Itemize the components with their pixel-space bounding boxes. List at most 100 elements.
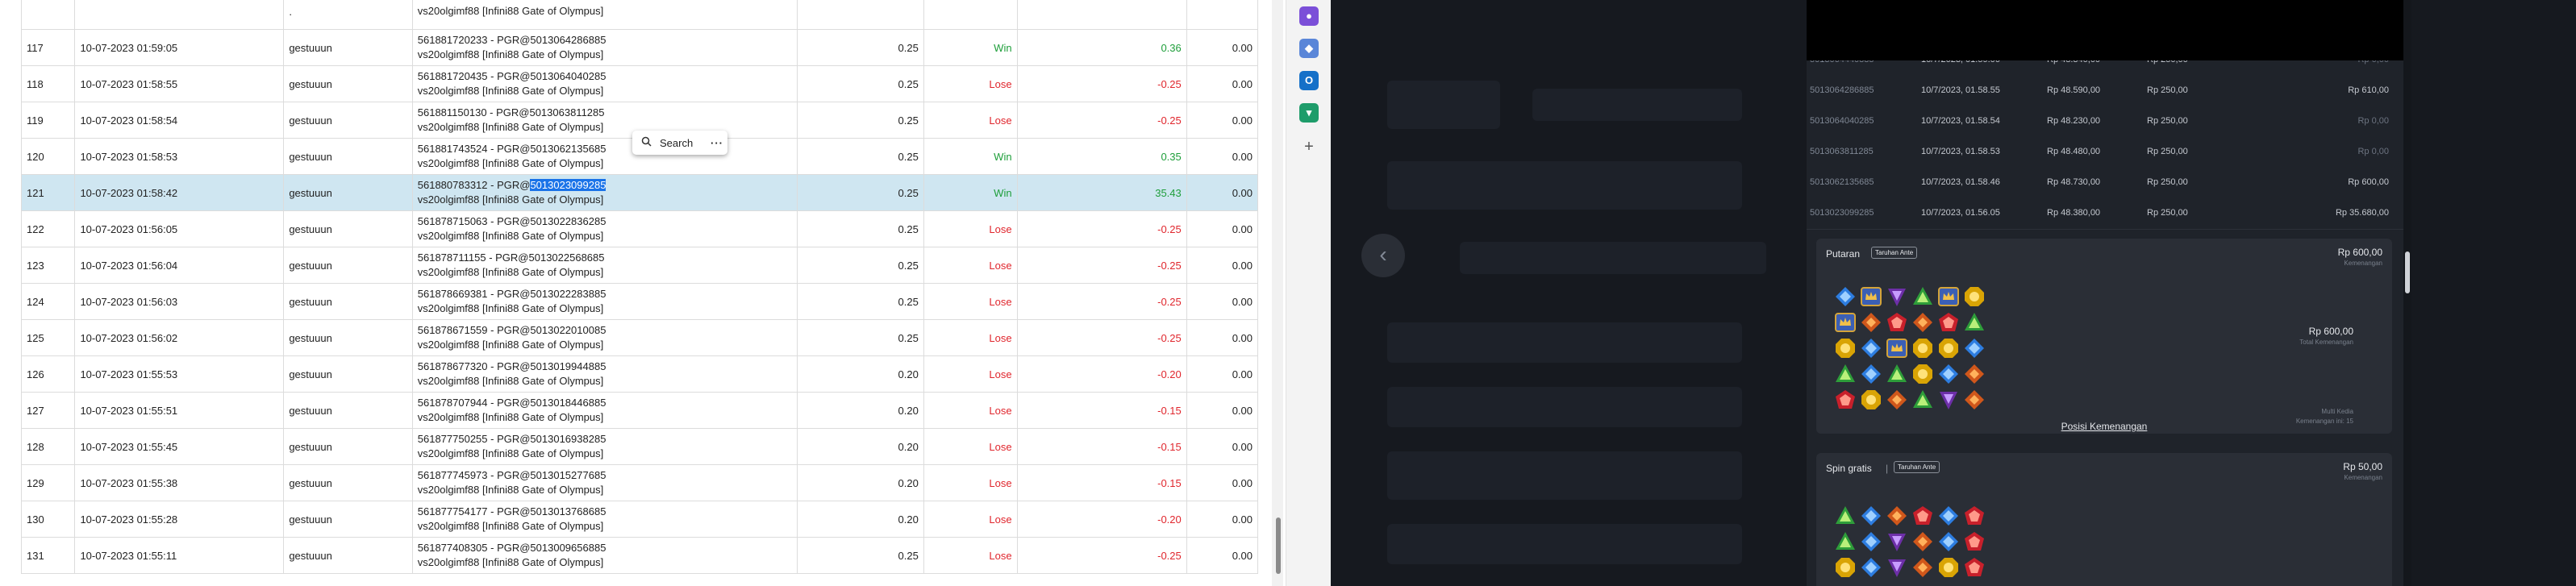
row-username: gestuuun (283, 501, 413, 538)
chevron-left-icon: ‹ (1379, 242, 1387, 267)
row-result: Win (923, 174, 1018, 211)
row-bet: 0.25 (796, 102, 924, 139)
history-id: 5013062135685 (1810, 177, 1874, 187)
row-result: Lose (923, 283, 1018, 320)
history-row[interactable]: 5013062135685 10/7/2023, 01.58.46 Rp 48.73… (1807, 168, 2403, 199)
row-number: 122 (20, 210, 76, 247)
row-winloss: -0.25 (1016, 65, 1187, 102)
table-row: 123 10-07-2023 01:56:04 gestuuun 5618787111… (20, 247, 1258, 284)
row-result: Lose (923, 355, 1018, 393)
history-win: Rp 610,00 (2348, 85, 2389, 95)
red-gem-icon (1937, 311, 1960, 334)
history-row[interactable]: 5013063811285 10/7/2023, 01.58.53 Rp 48.48… (1807, 137, 2403, 168)
history-id: 5013064040285 (1810, 116, 1874, 126)
table-row: 131 10-07-2023 01:55:11 gestuuun 5618774083… (20, 537, 1258, 574)
row-username: gestuuun (283, 464, 413, 501)
table-row: 127 10-07-2023 01:55:51 gestuuun 5618787079… (20, 392, 1258, 429)
row-bet: 0.25 (796, 138, 924, 175)
back-button[interactable]: ‹ (1361, 234, 1405, 277)
row-description: 561878671559 - PGR@5013022010085 vs20olgi… (411, 319, 798, 356)
description-line-2: vs20olgimf88 [Infini88 Gate of Olympus] (417, 447, 604, 459)
history-row[interactable]: 5013023099285 10/7/2023, 01.56.05 Rp 48.38… (1807, 198, 2403, 230)
history-panel: 501306444088510/7/2023, 01.59.06Rp 48.34… (1807, 0, 2403, 586)
orange-gem-icon (1860, 311, 1882, 334)
extension-icon[interactable]: ◆ (1299, 39, 1319, 58)
copilot-icon[interactable]: ● (1299, 6, 1319, 26)
panel-scrollbar-thumb[interactable] (2405, 251, 2410, 293)
green-gem-icon (1963, 311, 1986, 334)
row-number: 119 (20, 102, 76, 139)
putaran-total: Rp 600,00 (2308, 326, 2353, 337)
orange-gem-icon (1886, 389, 1908, 411)
description-prefix: 561880783312 - PGR@ (417, 179, 531, 191)
row-datetime: 10-07-2023 01:58:42 (74, 174, 285, 211)
red-gem-icon (1911, 505, 1934, 527)
row-datetime: 10-07-2023 01:58:55 (74, 65, 285, 102)
search-button[interactable]: Search (655, 137, 707, 149)
history-row[interactable]: 5013064286885 10/7/2023, 01.58.55 Rp 48.59… (1807, 76, 2403, 107)
row-bet: 0.25 (796, 537, 924, 574)
row-datetime: 10-07-2023 01:59:05 (74, 29, 285, 66)
history-row[interactable]: 5013064040285 10/7/2023, 01.58.54 Rp 48.23… (1807, 106, 2403, 138)
description-line-2: vs20olgimf88 [Infini88 Gate of Olympus] (417, 339, 604, 351)
selected-text[interactable]: 5013023099285 (530, 179, 606, 191)
row-description: 561877750255 - PGR@5013016938285 vs20olgi… (411, 428, 798, 465)
red-gem-icon (1963, 505, 1986, 527)
row-datetime: 10-07-2023 01:58:54 (74, 102, 285, 139)
yellow-gem-icon (1911, 363, 1934, 385)
more-options-button[interactable]: ··· (707, 137, 727, 149)
page-scrollbar[interactable] (1272, 0, 1283, 586)
row-balance: 0.00 (1186, 428, 1258, 465)
putaran-title: Putaran (1826, 248, 1861, 260)
row-winloss: -0.25 (1016, 283, 1187, 320)
history-balance: Rp 48.590,00 (2047, 85, 2101, 95)
row-number: 121 (20, 174, 76, 211)
search-icon[interactable] (637, 136, 655, 149)
page-scrollbar-thumb[interactable] (1276, 517, 1281, 574)
row-description: 561878669381 - PGR@5013022283885 vs20olgi… (411, 283, 798, 320)
description-line-2: vs20olgimf88 [Infini88 Gate of Olympus] (417, 193, 604, 206)
history-balance: Rp 48.230,00 (2047, 116, 2101, 126)
table-row: 126 10-07-2023 01:55:53 gestuuun 5618786773… (20, 355, 1258, 393)
history-balance: Rp 48.380,00 (2047, 208, 2101, 218)
description-line-1: 561881720435 - PGR@5013064040285 (417, 70, 606, 82)
row-bet: 0.20 (796, 501, 924, 538)
row-result: Lose (923, 537, 1018, 574)
table-row: 118 10-07-2023 01:58:55 gestuuun 5618817204… (20, 65, 1258, 102)
red-gem-icon (1963, 556, 1986, 579)
row-balance: 0.00 (1186, 355, 1258, 393)
history-time: 10/7/2023, 01.58.46 (1921, 177, 2000, 187)
table-row: 128 10-07-2023 01:55:45 gestuuun 5618777502… (20, 428, 1258, 465)
row-result: Lose (923, 428, 1018, 465)
row-username: gestuuun (283, 355, 413, 393)
transaction-table: . vs20olgimf88 [Infini88 Gate of Olympus… (20, 0, 1258, 574)
green-gem-icon (1911, 285, 1934, 308)
purple-gem-icon (1886, 285, 1908, 308)
red-gem-icon (1963, 530, 1986, 553)
history-bet: Rp 250,00 (2147, 208, 2188, 218)
purple-gem-icon (1886, 556, 1908, 579)
selection-context-menu: Search ··· (632, 131, 727, 155)
row-number: 120 (20, 138, 76, 175)
add-icon[interactable]: + (1299, 137, 1319, 156)
history-id: 5013063811285 (1810, 147, 1874, 156)
red-gem-icon (1886, 311, 1908, 334)
row-bet: 0.20 (796, 355, 924, 393)
orange-gem-icon (1911, 311, 1934, 334)
row-result: Win (923, 29, 1018, 66)
row-datetime: 10-07-2023 01:56:03 (74, 283, 285, 320)
green-gem-icon (1834, 530, 1857, 553)
row-winloss: -0.20 (1016, 355, 1187, 393)
shopping-icon[interactable]: ▾ (1299, 103, 1319, 123)
outlook-icon[interactable]: O (1299, 71, 1319, 90)
blue-gem-icon (1937, 363, 1960, 385)
row-bet: 0.20 (796, 464, 924, 501)
row-number: 129 (20, 464, 76, 501)
row-bet: 0.25 (796, 174, 924, 211)
description-line-1: 561877750255 - PGR@5013016938285 (417, 433, 606, 445)
row-description: 561878707944 - PGR@5013018446885 vs20olgi… (411, 392, 798, 429)
description-line-1: 561878715063 - PGR@5013022836285 (417, 215, 606, 227)
winning-position-link[interactable]: Posisi Kemenangan (1816, 421, 2392, 432)
row-username: gestuuun (283, 138, 413, 175)
row-number: 123 (20, 247, 76, 284)
